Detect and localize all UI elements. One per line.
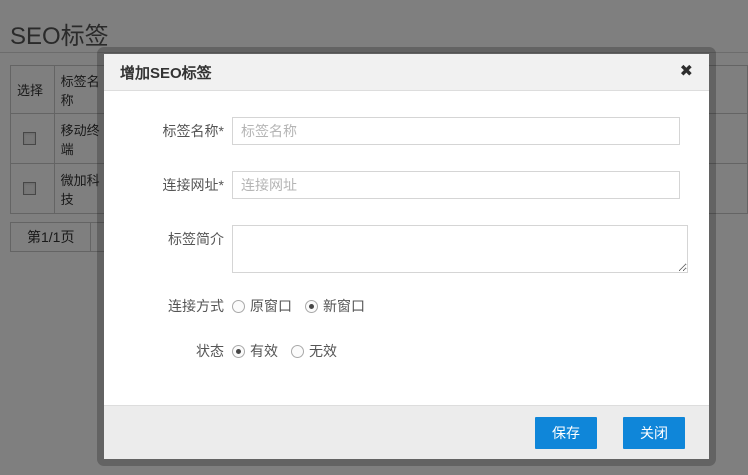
radio-valid[interactable] — [232, 345, 245, 358]
form-row-tag-intro: 标签简介 — [124, 225, 709, 273]
close-button[interactable]: 关闭 — [623, 417, 685, 449]
link-url-input[interactable] — [232, 171, 680, 199]
modal-header: 增加SEO标签 ✖ — [104, 54, 709, 91]
modal-title: 增加SEO标签 — [120, 62, 212, 83]
status-radio-group: 有效 无效 — [232, 342, 350, 360]
radio-invalid[interactable] — [291, 345, 304, 358]
form-row-link-mode: 连接方式 原窗口 新窗口 — [124, 297, 709, 315]
add-seo-tag-dialog: 增加SEO标签 ✖ 标签名称* 连接网址* 标签简介 连接方式 原窗口 — [104, 54, 709, 459]
radio-original-window[interactable] — [232, 300, 245, 313]
form-row-status: 状态 有效 无效 — [124, 342, 709, 360]
save-button[interactable]: 保存 — [535, 417, 597, 449]
close-icon[interactable]: ✖ — [680, 64, 693, 80]
status-label: 状态 — [124, 342, 224, 360]
radio-invalid-label[interactable]: 无效 — [309, 341, 337, 361]
link-mode-radio-group: 原窗口 新窗口 — [232, 297, 378, 315]
modal-body: 标签名称* 连接网址* 标签简介 连接方式 原窗口 新窗口 — [104, 91, 709, 405]
tag-name-input[interactable] — [232, 117, 680, 145]
radio-new-window-label[interactable]: 新窗口 — [323, 296, 365, 316]
form-row-tag-name: 标签名称* — [124, 117, 709, 145]
tag-intro-label: 标签简介 — [124, 225, 224, 273]
modal-footer: 保存 关闭 — [104, 405, 709, 459]
radio-original-window-label[interactable]: 原窗口 — [250, 296, 292, 316]
tag-intro-textarea[interactable] — [232, 225, 688, 273]
modal-shadow-frame: 增加SEO标签 ✖ 标签名称* 连接网址* 标签简介 连接方式 原窗口 — [97, 47, 716, 466]
form-row-link-url: 连接网址* — [124, 171, 709, 199]
tag-name-label: 标签名称* — [124, 117, 224, 145]
radio-new-window[interactable] — [305, 300, 318, 313]
link-url-label: 连接网址* — [124, 171, 224, 199]
link-mode-label: 连接方式 — [124, 297, 224, 315]
radio-valid-label[interactable]: 有效 — [250, 341, 278, 361]
